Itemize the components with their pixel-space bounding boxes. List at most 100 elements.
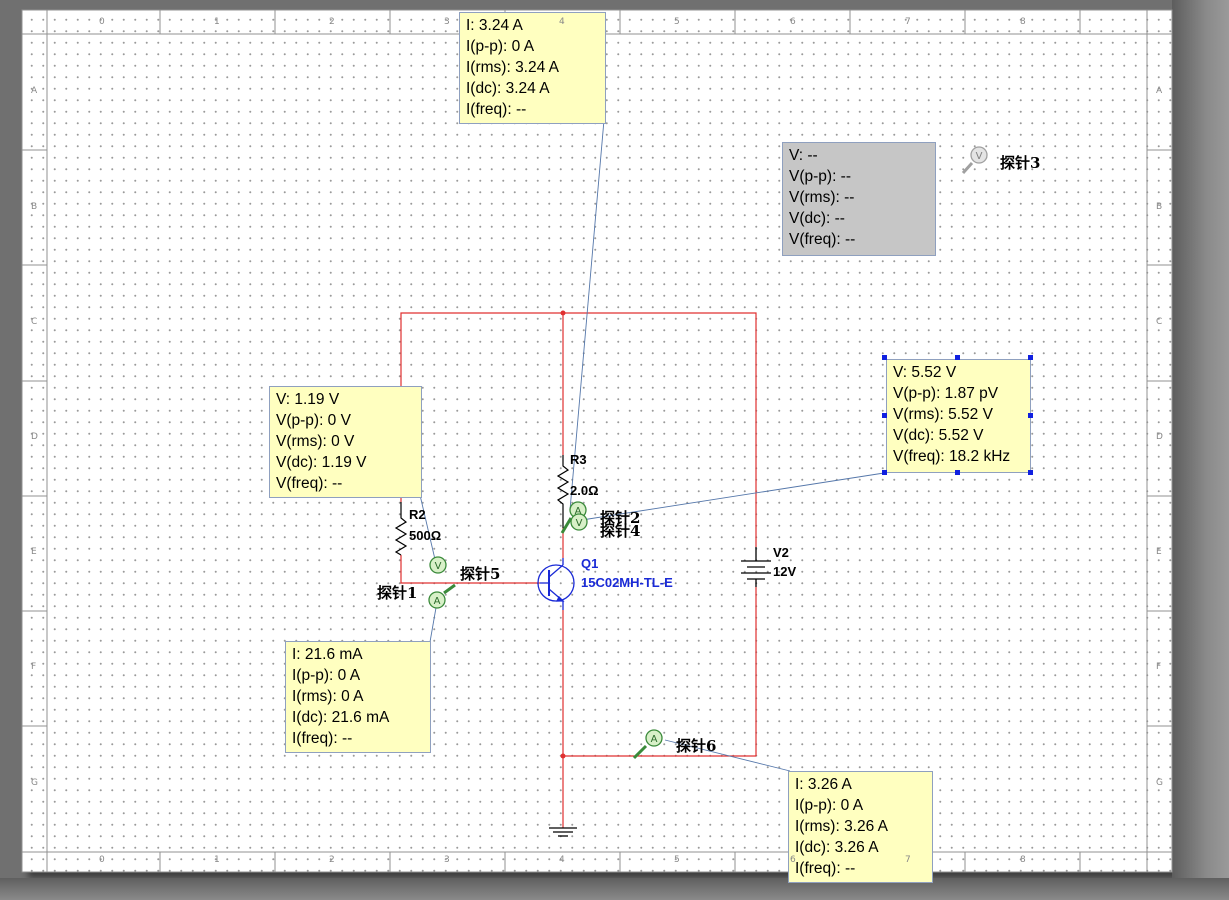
ruler-row-label: B (1156, 202, 1163, 212)
svg-text:V: V (435, 561, 442, 572)
svg-text:A: A (434, 596, 441, 607)
readout-line: I(freq): -- (466, 101, 527, 118)
readout-line: I(freq): -- (292, 730, 353, 747)
svg-text:V: V (576, 518, 583, 529)
probe-1-readout-box[interactable]: I: 21.6 mA I(p-p): 0 A I(rms): 0 A I(dc)… (285, 641, 431, 753)
probe-5-voltmeter-icon[interactable]: V (429, 556, 447, 574)
readout-line: V(dc): -- (789, 210, 845, 227)
r2-resistor[interactable] (394, 502, 408, 556)
r3-name-label[interactable]: R3 (570, 452, 587, 467)
ruler-row-label: E (31, 547, 37, 557)
ruler-column-label: 2 (329, 855, 335, 865)
probe-4-readout-box[interactable]: V: 5.52 V V(p-p): 1.87 pV V(rms): 5.52 V… (886, 359, 1031, 473)
readout-line: V(p-p): 1.87 pV (893, 385, 999, 402)
probe-1-ammeter-icon[interactable]: A (428, 583, 456, 609)
probe-3-readout-box[interactable]: V: -- V(p-p): -- V(rms): -- V(dc): -- V(… (782, 142, 936, 256)
probe-6-tag[interactable]: 探针6 (676, 735, 716, 756)
v2-battery[interactable] (741, 547, 771, 587)
ruler-column-label: 4 (559, 17, 565, 27)
probe-6-ammeter-icon[interactable]: A (632, 729, 663, 760)
ruler-column-label: 6 (790, 855, 796, 865)
readout-line: I(rms): 0 A (292, 688, 364, 705)
readout-line: V(rms): -- (789, 189, 855, 206)
readout-line: V(p-p): 0 V (276, 412, 351, 429)
ruler-column-label: 8 (1020, 17, 1026, 27)
selection-handle[interactable] (882, 355, 887, 360)
v2-value-label[interactable]: 12V (773, 564, 796, 579)
ruler-column-label: 6 (790, 17, 796, 27)
selection-handle[interactable] (955, 355, 960, 360)
readout-line: V(rms): 5.52 V (893, 406, 993, 423)
q1-name-label[interactable]: Q1 (581, 556, 598, 571)
readout-line: I(p-p): 0 A (292, 667, 361, 684)
ruler-row-label: F (1156, 662, 1162, 672)
probe-3-tag[interactable]: 探针3 (1000, 152, 1040, 173)
svg-text:V: V (976, 151, 983, 162)
probe-3-voltmeter-icon[interactable]: V (961, 146, 988, 175)
junction-dot (560, 753, 566, 759)
r2-name-label[interactable]: R2 (409, 507, 426, 522)
probe-4-voltmeter-icon[interactable]: V (570, 513, 588, 531)
selection-handle[interactable] (1028, 470, 1033, 475)
q1-value-label[interactable]: 15C02MH-TL-E (581, 575, 673, 590)
readout-line: V(freq): -- (789, 231, 856, 248)
r3-resistor[interactable] (556, 455, 570, 528)
readout-line: I: 3.26 A (795, 776, 852, 793)
probe-5-readout-box[interactable]: V: 1.19 V V(p-p): 0 V V(rms): 0 V V(dc):… (269, 386, 422, 498)
q1-transistor[interactable] (537, 558, 575, 610)
readout-line: V: 5.52 V (893, 364, 957, 381)
readout-line: V(freq): 18.2 kHz (893, 448, 1011, 465)
ruler-column-label: 1 (214, 17, 220, 27)
ruler-column-label: 7 (905, 855, 911, 865)
ruler-column-label: 3 (444, 17, 450, 27)
readout-line: V(rms): 0 V (276, 433, 355, 450)
selection-handle[interactable] (882, 470, 887, 475)
v2-name-label[interactable]: V2 (773, 545, 789, 560)
selection-handle[interactable] (955, 470, 960, 475)
ruler-column-label: 4 (559, 855, 565, 865)
ruler-column-label: 7 (905, 17, 911, 27)
readout-line: I(dc): 21.6 mA (292, 709, 390, 726)
readout-line: V(p-p): -- (789, 168, 851, 185)
probe-2-readout-box[interactable]: I: 3.24 A I(p-p): 0 A I(rms): 3.24 A I(d… (459, 12, 606, 124)
readout-line: I(dc): 3.24 A (466, 80, 550, 97)
ruler-row-label: D (31, 432, 38, 442)
r3-value-label[interactable]: 2.0Ω (570, 483, 599, 498)
readout-line: V(dc): 1.19 V (276, 454, 367, 471)
ruler-column-label: 1 (214, 855, 220, 865)
selection-handle[interactable] (1028, 413, 1033, 418)
schematic-canvas: A V V A A V (21, 9, 1173, 873)
ruler-row-label: A (31, 86, 38, 96)
probe-6-readout-box[interactable]: I: 3.26 A I(p-p): 0 A I(rms): 3.26 A I(d… (788, 771, 933, 883)
readout-line: V(freq): -- (276, 475, 343, 492)
ruler-row-label: D (1156, 432, 1163, 442)
readout-line: I(rms): 3.24 A (466, 59, 560, 76)
probe-1-tag[interactable]: 探针1 (377, 582, 417, 603)
probe-5-tag[interactable]: 探针5 (460, 563, 500, 584)
ruler-row-label: F (31, 662, 37, 672)
selection-handle[interactable] (1028, 355, 1033, 360)
ruler-column-label: 0 (99, 17, 105, 27)
selection-handle[interactable] (882, 413, 887, 418)
ruler-column-label: 5 (674, 17, 680, 27)
readout-line: I(p-p): 0 A (795, 797, 864, 814)
readout-line: V(dc): 5.52 V (893, 427, 984, 444)
ruler-row-label: C (1156, 317, 1163, 327)
ruler-row-label: A (1156, 86, 1163, 96)
ruler-row-label: G (31, 778, 38, 788)
ruler-column-label: 0 (99, 855, 105, 865)
readout-line: I: 21.6 mA (292, 646, 363, 663)
ruler-column-label: 2 (329, 17, 335, 27)
ruler-column-label: 5 (674, 855, 680, 865)
ruler-column-label: 8 (1020, 855, 1026, 865)
r2-value-label[interactable]: 500Ω (409, 528, 441, 543)
junction-dot (560, 310, 566, 316)
readout-line: V: 1.19 V (276, 391, 340, 408)
ruler-row-label: E (1156, 547, 1162, 557)
svg-text:A: A (651, 734, 658, 745)
readout-line: V: -- (789, 147, 818, 164)
probe-4-tag[interactable]: 探针4 (600, 520, 640, 541)
readout-line: I: 3.24 A (466, 17, 523, 34)
readout-line: I(p-p): 0 A (466, 38, 535, 55)
ruler-row-label: B (31, 202, 38, 212)
